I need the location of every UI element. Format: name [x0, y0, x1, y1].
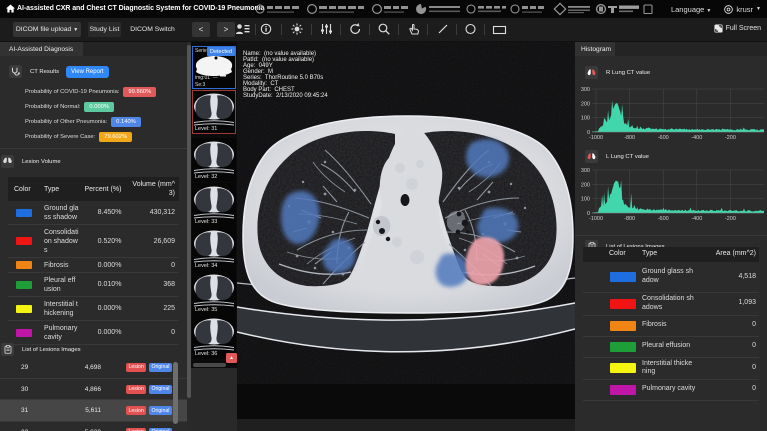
svg-text:-800: -800 — [624, 135, 635, 141]
svg-text:300: 300 — [581, 168, 590, 174]
svg-text:-200: -200 — [725, 135, 736, 141]
svg-text:0: 0 — [587, 211, 590, 217]
svg-text:-400: -400 — [691, 135, 702, 141]
svg-text:200: 200 — [581, 182, 590, 188]
svg-text:200: 200 — [581, 101, 590, 107]
svg-text:-200: -200 — [725, 216, 736, 222]
svg-text:-1000: -1000 — [589, 135, 603, 141]
svg-text:-800: -800 — [624, 216, 635, 222]
svg-text:0: 0 — [587, 130, 590, 136]
svg-text:-600: -600 — [658, 135, 669, 141]
svg-text:-400: -400 — [691, 216, 702, 222]
svg-text:100: 100 — [581, 116, 590, 122]
svg-text:100: 100 — [581, 197, 590, 203]
svg-text:-1000: -1000 — [589, 216, 603, 222]
svg-text:-600: -600 — [658, 216, 669, 222]
svg-text:300: 300 — [581, 87, 590, 93]
